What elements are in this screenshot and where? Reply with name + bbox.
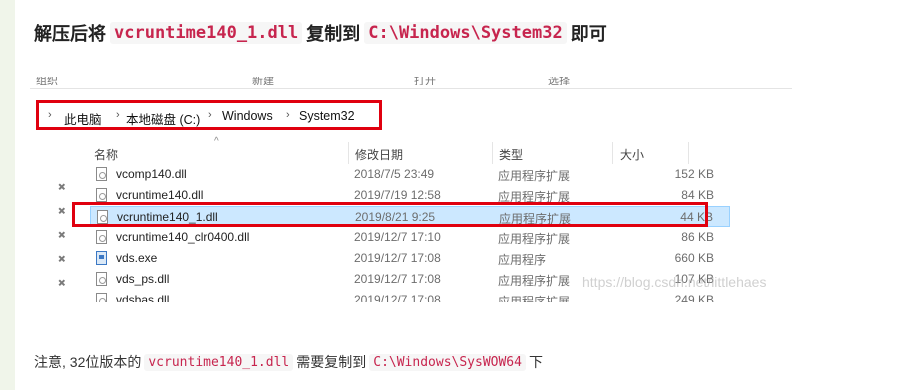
chevron-right-icon[interactable]: › <box>48 109 52 121</box>
file-date: 2019/12/7 17:08 <box>354 293 441 302</box>
left-margin-bar <box>0 0 15 390</box>
instruction-heading: 解压后将 vcruntime140_1.dll 复制到 C:\Windows\S… <box>34 20 607 46</box>
note-path-code: C:\Windows\SysWOW64 <box>369 353 526 371</box>
file-type: 应用程序扩展 <box>498 169 571 183</box>
chevron-right-icon[interactable]: › <box>116 109 120 121</box>
heading-middle: 复制到 <box>306 24 361 44</box>
heading-prefix: 解压后将 <box>34 24 106 44</box>
file-name: vcomp140.dll <box>116 167 187 181</box>
chevron-right-icon[interactable]: › <box>286 109 290 121</box>
chevron-right-icon[interactable]: › <box>208 109 212 121</box>
file-size: 660 KB <box>674 251 714 265</box>
dll-file-icon <box>96 293 107 302</box>
file-row[interactable]: vdsbas.dll 2019/12/7 17:08 应用程序扩展 249 KB <box>90 290 730 302</box>
file-type: 应用程序扩展 <box>498 274 571 288</box>
column-divider[interactable] <box>688 142 689 164</box>
note-paragraph: 注意, 32位版本的 vcruntime140_1.dll 需要复制到 C:\W… <box>34 352 543 372</box>
breadcrumb-local-disk[interactable]: 本地磁盘 (C:) <box>126 109 200 128</box>
column-header-name[interactable]: 名称 <box>94 146 118 163</box>
pin-icon: ✚ <box>54 180 68 195</box>
sort-up-icon: ^ <box>214 136 219 147</box>
note-suffix: 下 <box>528 354 543 370</box>
dll-file-icon <box>96 272 107 286</box>
file-type: 应用程序 <box>498 253 547 267</box>
file-date: 2019/12/7 17:10 <box>354 230 441 244</box>
breadcrumb-this-pc[interactable]: 此电脑 <box>64 109 102 128</box>
file-name: vdsbas.dll <box>116 293 170 302</box>
heading-suffix: 即可 <box>570 24 607 44</box>
file-name: vcruntime140_clr0400.dll <box>116 230 250 244</box>
ribbon-label-select: 选择 <box>548 77 570 85</box>
ribbon-label-organize: 组织 <box>36 77 58 85</box>
watermark: https://blog.csdn.net/littlehaes <box>582 274 767 290</box>
pin-icon: ✚ <box>54 204 68 219</box>
file-row[interactable]: vcomp140.dll 2018/7/5 23:49 应用程序扩展 152 K… <box>90 164 730 185</box>
file-date: 2018/7/5 23:49 <box>354 167 435 181</box>
column-divider[interactable] <box>492 142 493 164</box>
file-size: 86 KB <box>681 230 714 244</box>
ribbon-group-labels: 组织 新建 打开 选择 <box>30 74 792 89</box>
file-name: vcruntime140.dll <box>116 188 204 202</box>
heading-file-code: vcruntime140_1.dll <box>110 22 303 44</box>
heading-path-code: C:\Windows\System32 <box>364 22 567 44</box>
dll-file-icon <box>96 188 107 202</box>
pin-icon: ✚ <box>54 276 68 291</box>
file-type: 应用程序扩展 <box>498 232 571 246</box>
column-divider[interactable] <box>348 142 349 164</box>
file-date: 2019/12/7 17:08 <box>354 251 441 265</box>
breadcrumb-windows[interactable]: Windows <box>222 109 273 123</box>
file-size: 84 KB <box>681 188 714 202</box>
file-date: 2019/12/7 17:08 <box>354 272 441 286</box>
column-header-size[interactable]: 大小 <box>620 146 644 163</box>
file-name: vds.exe <box>116 251 158 265</box>
file-row[interactable]: vds.exe 2019/12/7 17:08 应用程序 660 KB <box>90 248 730 269</box>
note-middle: 需要复制到 <box>296 354 367 370</box>
exe-file-icon <box>96 251 107 265</box>
note-prefix: 注意, 32位版本的 <box>34 354 142 370</box>
explorer-screenshot: 组织 新建 打开 选择 › 此电脑 › 本地磁盘 (C:) › Windows … <box>30 74 792 302</box>
file-size: 152 KB <box>674 167 714 181</box>
dll-file-icon <box>96 167 107 181</box>
column-header-date[interactable]: 修改日期 <box>355 146 403 163</box>
file-row[interactable]: vcruntime140_clr0400.dll 2019/12/7 17:10… <box>90 227 730 248</box>
column-header-type[interactable]: 类型 <box>499 146 523 163</box>
file-type: 应用程序扩展 <box>498 295 571 302</box>
column-divider[interactable] <box>612 142 613 164</box>
ribbon-label-new: 新建 <box>252 77 274 85</box>
breadcrumb-system32[interactable]: System32 <box>299 109 355 123</box>
pin-icon: ✚ <box>54 228 68 243</box>
note-file-code: vcruntime140_1.dll <box>144 353 294 371</box>
file-name: vds_ps.dll <box>116 272 170 286</box>
file-size: 249 KB <box>674 293 714 302</box>
dll-file-icon <box>96 230 107 244</box>
ribbon-label-open: 打开 <box>414 77 436 85</box>
selected-file-highlight <box>72 202 708 227</box>
pin-icon: ✚ <box>54 252 68 267</box>
file-date: 2019/7/19 12:58 <box>354 188 441 202</box>
